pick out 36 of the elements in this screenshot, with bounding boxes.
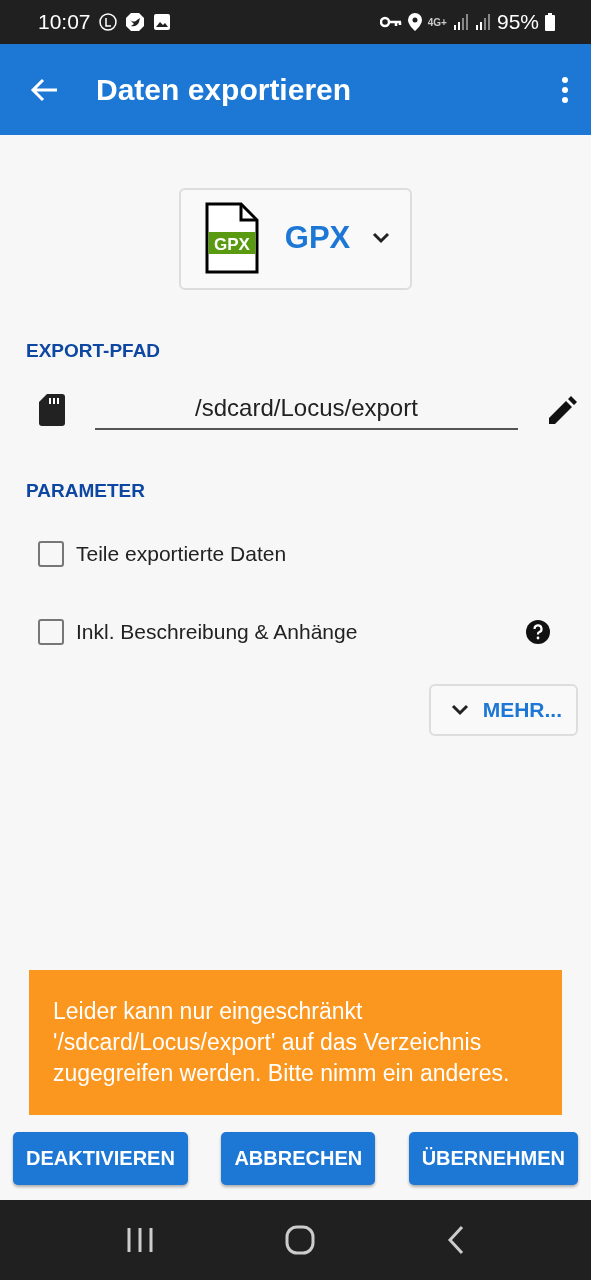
pencil-icon[interactable] [548,395,578,425]
sd-card-icon [39,394,65,426]
location-icon [407,13,422,31]
bird-icon [124,12,145,32]
action-button[interactable]: ABBRECHEN [221,1132,376,1185]
action-button[interactable]: DEAKTIVIEREN [13,1132,188,1185]
section-heading: PARAMETER [26,480,146,502]
format-dropdown[interactable]: GPX GPX [178,188,413,290]
chevron-down-icon [372,232,391,244]
help-icon[interactable] [526,620,550,644]
more-options-icon[interactable] [561,76,569,103]
more-button[interactable]: MEHR... [428,684,578,736]
network-type: 4G+ [427,16,447,28]
recent-apps-icon[interactable] [125,1227,154,1253]
checkbox[interactable] [38,619,64,645]
key-icon [379,16,402,28]
option-label: Inkl. Beschreibung & Anhänge [76,620,359,644]
screen-title: Daten exportieren [96,72,352,107]
file-icon: GPX [204,202,259,274]
home-icon[interactable] [285,1225,316,1255]
back-icon[interactable] [447,1225,466,1255]
signal-icon [452,14,469,30]
chevron-down-icon [450,704,469,716]
export-path-field[interactable]: /sdcard/Locus/export [95,390,518,430]
battery-percent: 95% [496,10,539,34]
battery-icon [545,13,555,31]
app-icon [98,13,117,31]
toast-message: Leider kann nur eingeschränkt '/sdcard/Locus/export' auf das Verzeichnis zugegreifen werden. Bitte nimm ein anderes. [29,970,562,1115]
back-icon[interactable] [30,77,58,102]
action-button[interactable]: ÜBERNEHMEN [408,1132,578,1185]
option-label: Teile exportierte Daten [76,542,288,566]
status-time: 10:07 [38,10,91,34]
checkbox[interactable] [38,541,64,567]
section-heading: EXPORT-PFAD [26,340,162,362]
image-icon [152,13,171,31]
signal-icon [474,14,491,30]
